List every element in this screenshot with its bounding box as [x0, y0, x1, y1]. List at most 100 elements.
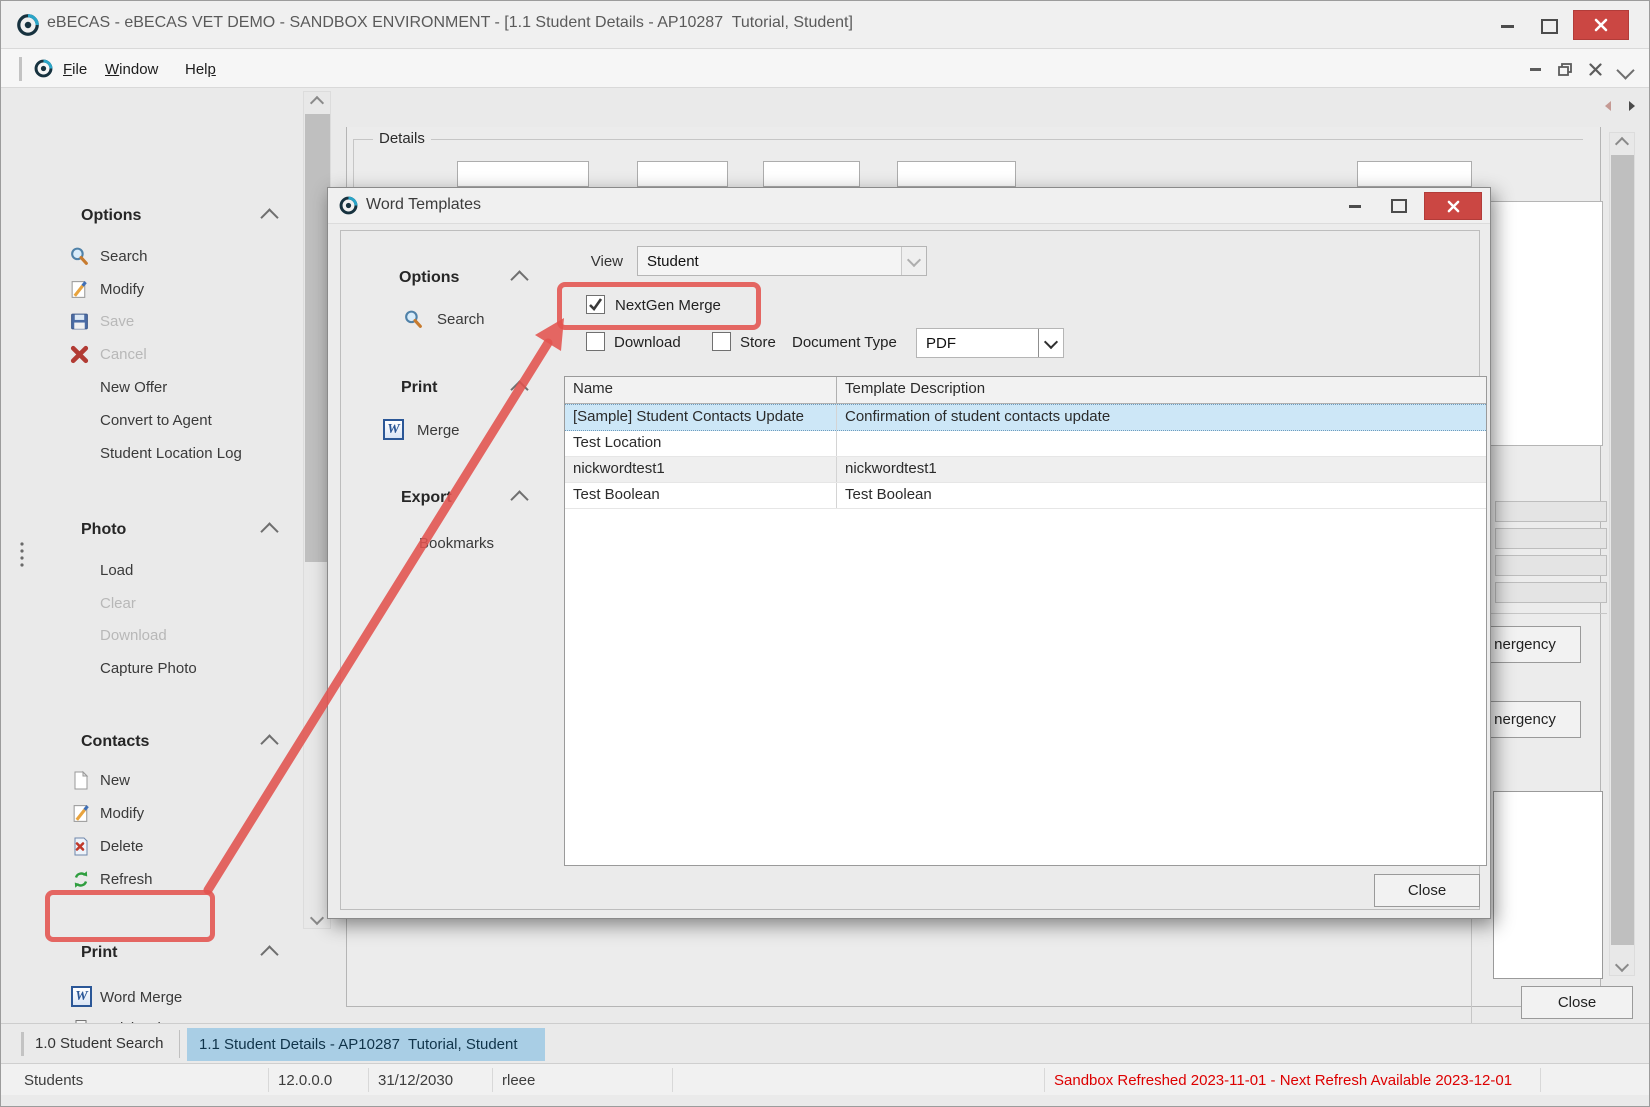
detail-field[interactable] — [1495, 582, 1607, 603]
view-dropdown[interactable]: Student — [637, 246, 927, 276]
dialog-nav-merge[interactable]: Merge — [417, 422, 460, 439]
detail-field[interactable] — [1495, 501, 1607, 522]
dialog-section-export: Export — [401, 489, 452, 507]
scroll-down-icon[interactable] — [1612, 957, 1632, 973]
collapse-chevron-icon[interactable] — [263, 737, 276, 750]
collapse-chevron-icon[interactable] — [513, 383, 526, 396]
sidebar-item-load[interactable]: Load — [100, 562, 133, 579]
collapse-chevron-icon[interactable] — [513, 273, 526, 286]
cell-description: nickwordtest1 — [837, 457, 1486, 482]
sidebar-item-contact-delete[interactable]: Delete — [100, 838, 143, 855]
detail-field[interactable] — [897, 161, 1016, 187]
detail-field[interactable] — [763, 161, 860, 187]
close-button[interactable] — [1573, 10, 1629, 40]
sidebar-item-convert-to-agent[interactable]: Convert to Agent — [100, 412, 212, 429]
cell-name: Test Location — [565, 431, 837, 456]
menubar-grip — [19, 57, 22, 81]
mdi-close-button[interactable] — [1583, 58, 1607, 80]
scroll-up-icon[interactable] — [1612, 136, 1632, 152]
table-row[interactable]: Test Boolean Test Boolean — [565, 483, 1486, 509]
sidebar-drag-handle[interactable] — [19, 541, 25, 571]
annotation-box-nextgen-merge — [557, 282, 761, 330]
sidebar-item-save[interactable]: Save — [100, 313, 134, 330]
doc-tab-student-details[interactable]: 1.1 Student Details - AP10287 Tutorial, … — [187, 1028, 545, 1061]
detail-field[interactable] — [637, 161, 728, 187]
table-header: Name Template Description — [565, 377, 1486, 404]
refresh-icon — [71, 869, 91, 890]
doc-tab-student-search[interactable]: 1.0 Student Search — [35, 1035, 163, 1052]
collapse-chevron-icon[interactable] — [263, 525, 276, 538]
sidebar-item-contact-modify[interactable]: Modify — [100, 805, 144, 822]
scroll-up-icon[interactable] — [307, 95, 327, 111]
main-scrollbar[interactable] — [1609, 132, 1635, 976]
sidebar-item-contact-new[interactable]: New — [100, 772, 130, 789]
column-header-name[interactable]: Name — [565, 377, 837, 403]
dialog-close-button[interactable] — [1424, 192, 1482, 220]
sidebar-item-clear[interactable]: Clear — [100, 595, 136, 612]
cell-name: [Sample] Student Contacts Update — [565, 405, 837, 430]
document-type-dropdown[interactable]: PDF — [916, 328, 1064, 358]
sidebar-section-photo: Photo — [81, 521, 126, 539]
dialog-nav-search[interactable]: Search — [437, 311, 485, 328]
status-date: 31/12/2030 — [369, 1068, 493, 1092]
template-table: Name Template Description [Sample] Stude… — [564, 376, 1487, 866]
sidebar-item-contact-refresh[interactable]: Refresh — [100, 871, 153, 888]
collapse-chevron-icon[interactable] — [513, 493, 526, 506]
sidebar-item-download[interactable]: Download — [100, 627, 167, 644]
annotation-box-word-merge — [45, 890, 215, 942]
chevron-down-icon — [1038, 329, 1063, 357]
dialog-maximize-button[interactable] — [1384, 194, 1414, 218]
dialog-logo-icon — [338, 195, 359, 216]
document-type-label: Document Type — [792, 334, 897, 351]
store-checkbox[interactable] — [712, 332, 731, 351]
notes-box[interactable] — [1493, 791, 1603, 979]
mdi-restore-button[interactable] — [1553, 58, 1577, 80]
status-empty — [673, 1068, 1045, 1092]
sidebar-item-word-merge[interactable]: Word Merge — [100, 989, 182, 1006]
mdi-minimize-button[interactable] — [1523, 58, 1547, 80]
tab-scroll-right-icon[interactable] — [1625, 99, 1639, 113]
sidebar-item-new-offer[interactable]: New Offer — [100, 379, 167, 396]
cancel-icon — [69, 344, 90, 365]
cell-description: Confirmation of student contacts update — [837, 405, 1486, 430]
tabbar-grip — [21, 1032, 24, 1056]
sidebar-item-capture-photo[interactable]: Capture Photo — [100, 660, 197, 677]
dialog-section-options: Options — [399, 269, 459, 287]
download-label: Download — [614, 334, 681, 351]
detail-field[interactable] — [1357, 161, 1472, 187]
menubar-chevron-down-icon[interactable] — [1613, 61, 1637, 79]
column-header-description[interactable]: Template Description — [837, 377, 1486, 403]
table-row[interactable]: Test Location — [565, 431, 1486, 457]
tab-scroll-left-icon[interactable] — [1601, 99, 1615, 113]
dialog-title: Word Templates — [366, 196, 481, 214]
dialog-minimize-button[interactable] — [1340, 194, 1370, 218]
scroll-down-icon[interactable] — [307, 910, 327, 926]
minimize-button[interactable] — [1489, 13, 1525, 39]
detail-field[interactable] — [1495, 555, 1607, 576]
menu-window[interactable]: Window — [97, 56, 166, 82]
sidebar: Options Search Modify Save Cancel New Of… — [17, 89, 303, 1023]
table-row[interactable]: nickwordtest1 nickwordtest1 — [565, 457, 1486, 483]
dialog-close-action-button[interactable]: Close — [1374, 874, 1480, 907]
detail-field[interactable] — [1495, 528, 1607, 549]
sidebar-item-search[interactable]: Search — [100, 248, 148, 265]
search-icon — [403, 309, 424, 330]
menu-file[interactable]: File — [55, 56, 95, 82]
dialog-section-print: Print — [401, 379, 437, 397]
maximize-button[interactable] — [1531, 13, 1567, 39]
sidebar-item-student-location-log[interactable]: Student Location Log — [100, 445, 242, 462]
scrollbar-thumb[interactable] — [1611, 155, 1634, 945]
detail-field[interactable] — [457, 161, 589, 187]
sidebar-item-modify[interactable]: Modify — [100, 281, 144, 298]
new-document-icon — [71, 770, 91, 791]
collapse-chevron-icon[interactable] — [263, 948, 276, 961]
main-close-button[interactable]: Close — [1521, 986, 1633, 1019]
app-logo-icon — [15, 12, 41, 38]
view-label: View — [557, 253, 623, 270]
sidebar-item-cancel[interactable]: Cancel — [100, 346, 147, 363]
dialog-nav-bookmarks[interactable]: Bookmarks — [419, 535, 494, 552]
menu-help[interactable]: Help — [177, 56, 224, 82]
table-row[interactable]: [Sample] Student Contacts Update Confirm… — [565, 404, 1486, 431]
collapse-chevron-icon[interactable] — [263, 211, 276, 224]
download-checkbox[interactable] — [586, 332, 605, 351]
